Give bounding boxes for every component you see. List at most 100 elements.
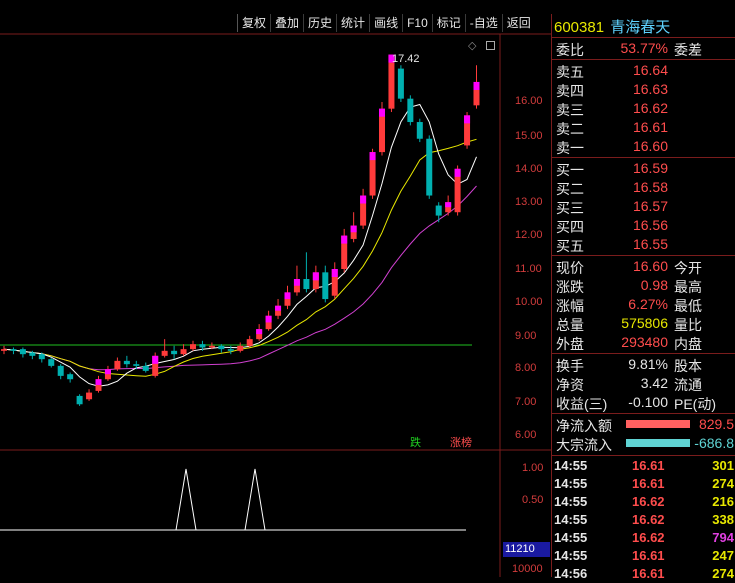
- tick-row: 14:55 16.62 338: [554, 512, 735, 529]
- tick-volume: 216: [712, 494, 734, 509]
- overlay-button[interactable]: 叠加: [270, 14, 303, 32]
- draw-line-button[interactable]: 画线: [369, 14, 402, 32]
- ask-row[interactable]: 卖三 16.62: [556, 100, 735, 118]
- tick-row: 14:56 16.61 274: [554, 566, 735, 583]
- stat-row: 现价 16.60 今开: [556, 258, 735, 276]
- add-watchlist-button[interactable]: -自选: [464, 14, 502, 32]
- ask-label: 卖四: [556, 83, 584, 99]
- price-tick: 12.00: [515, 229, 543, 241]
- candle-body: [142, 365, 149, 371]
- volume-tick: 0.50: [522, 494, 544, 506]
- ask-row[interactable]: 卖二 16.61: [556, 119, 735, 137]
- candle-highlight: [445, 202, 452, 208]
- stat-row: 收益(三) -0.100 PE(动): [556, 394, 735, 412]
- ask-price: 16.64: [632, 62, 668, 78]
- stat-row: 外盘 293480 内盘: [556, 334, 735, 352]
- stock-header: 600381 青海春天: [554, 16, 670, 37]
- candle-body: [67, 374, 74, 380]
- candle-highlight: [350, 225, 357, 233]
- candle-body: [407, 98, 414, 123]
- price-tick: 16.00: [515, 95, 543, 107]
- stat-label: 换手: [556, 358, 584, 374]
- stat-label2: 最高: [674, 279, 702, 295]
- bid-row[interactable]: 买三 16.57: [556, 198, 735, 216]
- candle-body: [1, 349, 7, 351]
- tick-volume: 247: [712, 548, 734, 563]
- stat-row: 换手 9.81% 股本: [556, 356, 735, 374]
- price-tick: 8.00: [515, 362, 537, 374]
- stat-row: 总量 575806 量比: [556, 315, 735, 333]
- ask-label: 卖一: [556, 140, 584, 156]
- candle-body: [190, 344, 196, 350]
- candle-highlight: [293, 279, 300, 286]
- bid-row[interactable]: 买四 16.56: [556, 217, 735, 235]
- bid-label: 买四: [556, 219, 584, 235]
- candle-highlight: [331, 269, 338, 277]
- stat-value: 3.42: [640, 375, 668, 391]
- kline-chart-area[interactable]: 复权 叠加 历史 统计 画线 F10 标记 -自选 返回 16.00 15.00…: [0, 0, 551, 577]
- diamond-icon: ◇: [468, 40, 477, 52]
- candle-highlight: [256, 329, 263, 335]
- signal-tag-up: 涨榜: [450, 437, 472, 449]
- stock-code: 600381: [554, 19, 605, 36]
- candle-highlight: [284, 292, 291, 300]
- candle-body: [199, 344, 206, 348]
- stat-value: 6.27%: [628, 296, 668, 312]
- candle-body: [426, 138, 433, 196]
- mark-button[interactable]: 标记: [431, 14, 465, 32]
- candle-highlight: [464, 115, 471, 124]
- stat-label: 现价: [556, 260, 584, 276]
- weibi-label: 委比: [556, 42, 584, 58]
- block-inflow-label: 大宗流入: [556, 437, 612, 453]
- restore-rights-button[interactable]: 复权: [237, 14, 270, 32]
- bid-row[interactable]: 买二 16.58: [556, 179, 735, 197]
- candle-highlight: [265, 315, 272, 323]
- bid-price: 16.55: [632, 236, 668, 252]
- candle-body: [397, 68, 404, 99]
- history-button[interactable]: 历史: [303, 14, 336, 32]
- stat-label2: 量比: [674, 317, 702, 333]
- ask-row[interactable]: 卖一 16.60: [556, 138, 735, 156]
- stat-label: 外盘: [556, 336, 584, 352]
- candle-body: [161, 350, 168, 356]
- stat-value: 16.60: [632, 258, 668, 274]
- restore-window-icon[interactable]: [486, 41, 495, 50]
- tick-time: 14:55: [554, 530, 588, 545]
- candle-highlight: [104, 369, 111, 375]
- candle-body: [29, 352, 36, 356]
- block-inflow-row: 大宗流入 -686.8: [556, 435, 735, 453]
- high-price-label: 17.42: [392, 53, 420, 65]
- statistics-button[interactable]: 统计: [336, 14, 369, 32]
- candle-body: [208, 345, 215, 348]
- tick-time: 14:55: [554, 476, 588, 491]
- candle-body: [19, 349, 26, 355]
- back-button[interactable]: 返回: [501, 14, 535, 32]
- tick-row: 14:55 16.62 216: [554, 494, 735, 511]
- ask-price: 16.62: [632, 100, 668, 116]
- candle-body: [303, 279, 310, 290]
- tick-volume: 794: [712, 530, 734, 545]
- tick-volume: 274: [712, 566, 734, 581]
- f10-button[interactable]: F10: [402, 14, 432, 32]
- volume-indicator-value: 11210: [503, 542, 550, 557]
- candle-body: [416, 122, 423, 139]
- bid-row[interactable]: 买一 16.59: [556, 160, 735, 178]
- kline-chart[interactable]: [0, 0, 551, 577]
- candle-body: [322, 272, 329, 300]
- ask-row[interactable]: 卖四 16.63: [556, 81, 735, 99]
- stat-row: 涨幅 6.27% 最低: [556, 296, 735, 314]
- block-inflow-bar: [626, 439, 690, 447]
- stat-label: 涨跌: [556, 279, 584, 295]
- stat-label2: 流通: [674, 377, 702, 393]
- candle-highlight: [379, 108, 385, 117]
- stat-label2: PE(动): [674, 396, 716, 412]
- tick-time: 14:55: [554, 458, 588, 473]
- ask-row[interactable]: 卖五 16.64: [556, 62, 735, 80]
- price-tick: 13.00: [515, 196, 543, 208]
- stat-label: 涨幅: [556, 298, 584, 314]
- candle-highlight: [360, 195, 367, 204]
- tick-price: 16.61: [632, 476, 665, 491]
- bid-row[interactable]: 买五 16.55: [556, 236, 735, 254]
- candle-highlight: [312, 272, 319, 281]
- tick-volume: 274: [712, 476, 734, 491]
